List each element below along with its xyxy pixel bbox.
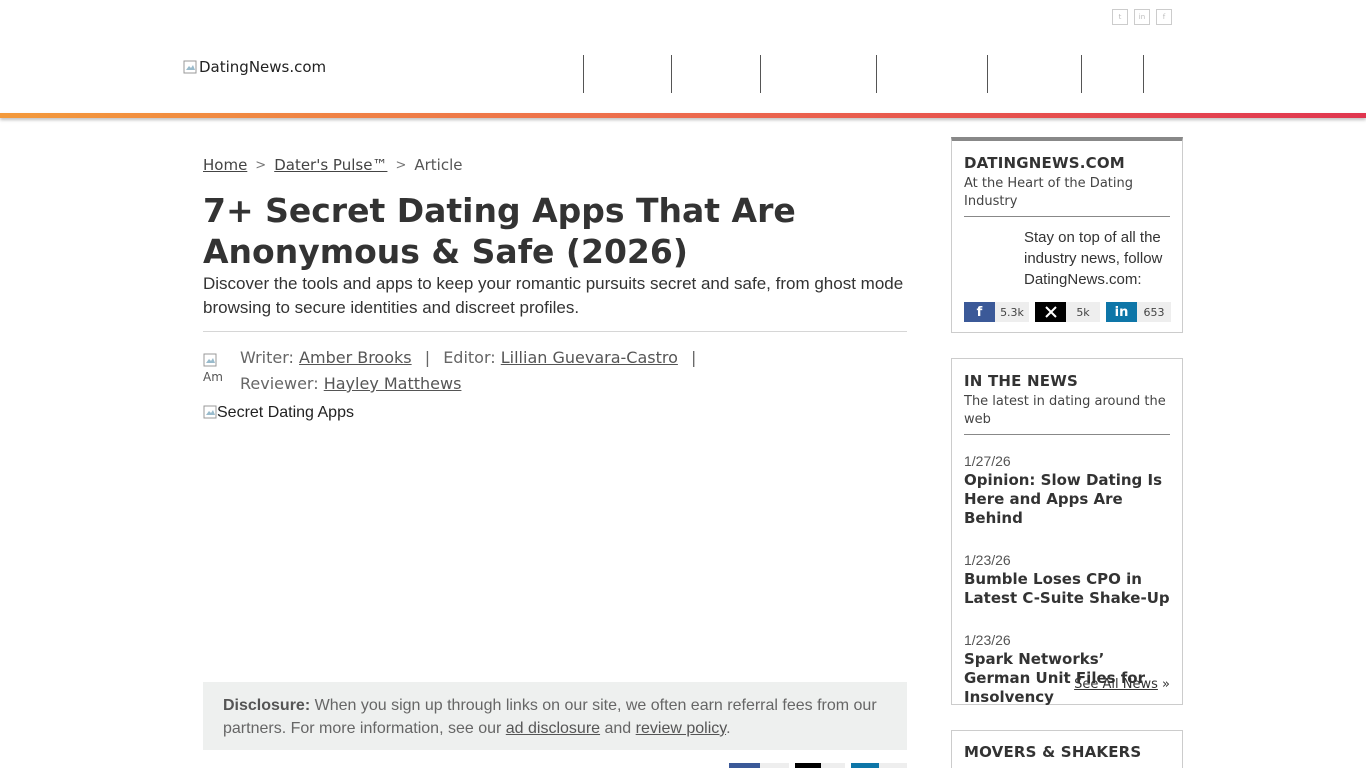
follow-text: Stay on top of all the industry news, fo…: [1024, 229, 1163, 288]
reviewer-label: Reviewer:: [240, 374, 319, 393]
see-all-news-link[interactable]: See All News: [1074, 677, 1158, 692]
share-linkedin-button[interactable]: [851, 763, 907, 768]
hero-image: Secret Dating Apps: [203, 404, 907, 674]
editor-link[interactable]: Lillian Guevara-Castro: [501, 348, 678, 367]
divider: [964, 434, 1170, 435]
ad-disclosure-link[interactable]: ad disclosure: [506, 720, 600, 737]
chevron-right-icon: >: [395, 157, 407, 173]
broken-image-icon: [183, 60, 197, 74]
movers-widget: MOVERS & SHAKERS: [951, 730, 1183, 768]
news-date: 1/27/26: [964, 453, 1011, 469]
follow-count: 653: [1137, 302, 1171, 322]
logo-text: DatingNews.com: [199, 58, 327, 76]
list-item[interactable]: 1/23/26 Bumble Loses CPO in Latest C-Sui…: [964, 552, 1170, 608]
follow-linkedin-button[interactable]: in 653: [1106, 302, 1171, 322]
hero-image-alt: Secret Dating Apps: [217, 404, 354, 421]
disclosure-label: Disclosure:: [223, 697, 311, 714]
nav-divider: [760, 55, 761, 93]
linkedin-icon[interactable]: in: [1134, 9, 1150, 25]
widget-title: MOVERS & SHAKERS: [964, 743, 1142, 761]
follow-x-button[interactable]: 5k: [1035, 302, 1100, 322]
about-widget: DATINGNEWS.COM At the Heart of the Datin…: [951, 137, 1183, 333]
follow-buttons: f 5.3k 5k in 653: [964, 302, 1171, 322]
page-title: 7+ Secret Dating Apps That Are Anonymous…: [203, 191, 796, 271]
nav-divider: [583, 55, 584, 93]
breadcrumb: Home > Dater's Pulse™ > Article: [203, 156, 462, 174]
widget-title: IN THE NEWS: [964, 372, 1078, 390]
article-subtitle: Discover the tools and apps to keep your…: [203, 274, 904, 317]
byline-separator: |: [424, 348, 431, 367]
review-policy-link[interactable]: review policy: [636, 720, 726, 737]
nav-divider: [1143, 55, 1144, 93]
byline-separator: |: [690, 348, 697, 367]
writer-link[interactable]: Amber Brooks: [299, 348, 412, 367]
widget-subtitle: At the Heart of the Dating Industry: [964, 176, 1133, 209]
linkedin-icon: in: [1106, 302, 1137, 322]
news-date: 1/23/26: [964, 632, 1011, 648]
editor-label: Editor:: [443, 348, 496, 367]
news-title[interactable]: Opinion: Slow Dating Is Here and Apps Ar…: [964, 471, 1170, 528]
writer-label: Writer:: [240, 348, 294, 367]
avatar: Am: [203, 353, 235, 385]
divider: [203, 331, 907, 332]
news-widget: IN THE NEWS The latest in dating around …: [951, 358, 1183, 707]
divider: [964, 216, 1170, 217]
news-title[interactable]: Bumble Loses CPO in Latest C-Suite Shake…: [964, 570, 1170, 608]
broken-image-icon: [203, 353, 217, 367]
nav-divider: [1081, 55, 1082, 93]
widget-title: DATINGNEWS.COM: [964, 154, 1125, 172]
disclosure-box: Disclosure: When you sign up through lin…: [203, 682, 907, 750]
follow-facebook-button[interactable]: f 5.3k: [964, 302, 1029, 322]
chevron-right-icon: >: [255, 157, 267, 173]
facebook-icon[interactable]: f: [1156, 9, 1172, 25]
news-date: 1/23/26: [964, 552, 1011, 568]
site-logo[interactable]: DatingNews.com: [183, 58, 326, 76]
disclosure-text: .: [726, 720, 731, 737]
facebook-icon: f: [964, 302, 995, 322]
widget-subtitle: The latest in dating around the web: [964, 394, 1166, 427]
list-item[interactable]: 1/23/26 Spark Networks’ German Unit File…: [964, 632, 1170, 707]
breadcrumb-current: Article: [414, 156, 463, 174]
follow-count: 5.3k: [995, 302, 1029, 322]
nav-divider: [876, 55, 877, 93]
header-accent-bar: [0, 113, 1366, 118]
double-chevron-right-icon: »: [1162, 677, 1170, 692]
twitter-icon[interactable]: t: [1112, 9, 1128, 25]
share-facebook-button[interactable]: [729, 763, 789, 768]
breadcrumb-home[interactable]: Home: [203, 156, 247, 174]
see-all-news: See All News »: [1074, 677, 1170, 692]
nav-divider: [671, 55, 672, 93]
avatar-alt: Am: [203, 370, 223, 384]
list-item[interactable]: 1/27/26 Opinion: Slow Dating Is Here and…: [964, 453, 1170, 528]
broken-image-icon: [203, 405, 217, 419]
share-x-button[interactable]: [795, 763, 845, 768]
follow-count: 5k: [1066, 302, 1100, 322]
byline: Writer: Amber Brooks | Editor: Lillian G…: [240, 345, 710, 397]
site-header: t in f DatingNews.com: [0, 0, 1366, 113]
breadcrumb-section[interactable]: Dater's Pulse™: [274, 156, 387, 174]
disclosure-text: and: [600, 720, 636, 737]
reviewer-link[interactable]: Hayley Matthews: [324, 374, 462, 393]
x-icon: [1035, 302, 1066, 322]
nav-divider: [987, 55, 988, 93]
